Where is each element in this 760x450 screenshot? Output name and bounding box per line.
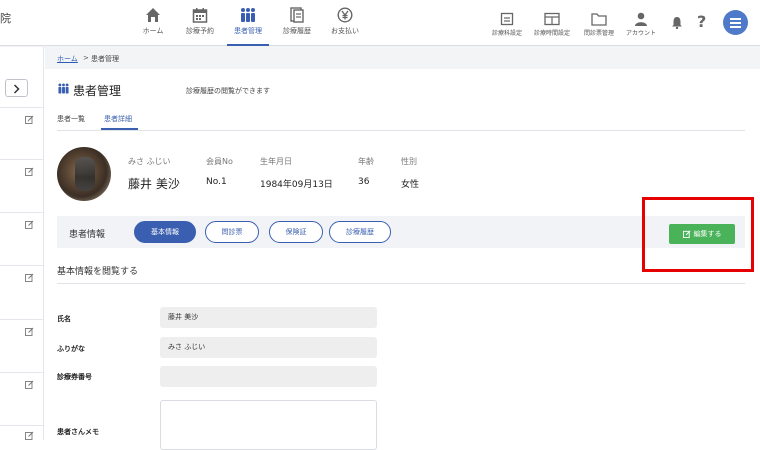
- tab-medical-history[interactable]: 診療履歴: [329, 221, 391, 243]
- list-divider: [0, 372, 44, 373]
- gender-value: 女性: [401, 180, 420, 190]
- field-label-name: 氏名: [57, 315, 71, 323]
- nav-item-appointments[interactable]: 診療予約: [175, 7, 225, 36]
- hamburger-menu-icon[interactable]: [723, 10, 748, 35]
- age-label: 年齢: [358, 157, 374, 166]
- patient-kana: みさ ふじい: [128, 157, 171, 166]
- account-icon: [635, 12, 647, 26]
- chevron-right-icon: [13, 84, 20, 94]
- bell-icon[interactable]: [671, 16, 683, 29]
- patient-info-title: 患者情報: [69, 230, 106, 240]
- section-title: 基本情報を閲覧する: [57, 267, 139, 277]
- field-label-card-number: 診療券番号: [57, 373, 92, 381]
- edit-icon[interactable]: [25, 327, 34, 336]
- home-icon: [146, 8, 160, 22]
- breadcrumb-home-link[interactable]: ホーム: [57, 54, 78, 64]
- nav-item-label: ホーム: [142, 27, 164, 35]
- tab-patient-detail[interactable]: 患者詳細: [104, 114, 132, 124]
- breadcrumb-current: 患者管理: [91, 55, 119, 63]
- edit-icon[interactable]: [25, 273, 34, 282]
- member-no-label: 会員No: [206, 157, 233, 166]
- help-icon[interactable]: ?: [697, 12, 706, 31]
- nav-item-home[interactable]: ホーム: [128, 7, 178, 36]
- card-number-field: [160, 366, 377, 387]
- birthdate-label: 生年月日: [260, 157, 292, 166]
- list-divider: [0, 212, 44, 213]
- edit-icon[interactable]: [25, 431, 34, 440]
- field-label-furigana: ふりがな: [57, 345, 85, 353]
- brand-name: 院: [0, 12, 11, 25]
- util-account[interactable]: アカウント: [616, 12, 666, 37]
- breadcrumb: ホーム > 患者管理: [45, 47, 760, 69]
- highlight-annotation: [642, 197, 754, 272]
- list-divider: [0, 159, 44, 160]
- divider: [57, 130, 745, 131]
- edit-icon[interactable]: [25, 167, 34, 176]
- age-value: 36: [358, 177, 370, 187]
- util-schedule-settings[interactable]: 診療時間設定: [527, 12, 577, 37]
- util-label: 診療時間設定: [533, 30, 570, 37]
- edit-icon[interactable]: [25, 115, 34, 124]
- member-no-value: No.1: [206, 177, 227, 187]
- tab-questionnaire[interactable]: 問診票: [205, 221, 259, 243]
- tab-insurance-card[interactable]: 保険証: [269, 221, 323, 243]
- furigana-field: みさ ふじい: [160, 337, 377, 358]
- nav-item-label: 患者管理: [234, 27, 262, 35]
- department-icon: [500, 12, 514, 26]
- name-field: 藤井 美沙: [160, 307, 377, 328]
- calendar-icon: [192, 8, 208, 23]
- nav-item-history[interactable]: 診療履歴: [272, 7, 322, 36]
- schedule-icon: [544, 12, 560, 26]
- nav-item-label: お支払い: [331, 27, 359, 35]
- page-subtitle: 診療履歴の閲覧ができます: [186, 87, 270, 95]
- list-divider: [0, 319, 44, 320]
- util-department-settings[interactable]: 診療科設定: [482, 12, 532, 37]
- gender-label: 性別: [401, 157, 417, 166]
- people-icon: [241, 8, 255, 22]
- nav-item-patients[interactable]: 患者管理: [223, 7, 273, 46]
- page-title: 患者管理: [73, 84, 122, 98]
- list-divider: [0, 425, 44, 426]
- patient-avatar: [57, 147, 111, 201]
- patient-list-panel: [0, 47, 44, 440]
- nav-item-label: 診療予約: [186, 27, 214, 35]
- list-divider: [0, 107, 44, 108]
- edit-icon[interactable]: [25, 380, 34, 389]
- yen-icon: [337, 7, 353, 23]
- memo-field: [160, 400, 377, 450]
- folder-icon: [591, 13, 607, 26]
- history-icon: [290, 7, 304, 23]
- tab-patient-list[interactable]: 患者一覧: [57, 114, 85, 124]
- patient-name: 藤井 美沙: [128, 177, 180, 191]
- next-page-button[interactable]: [5, 79, 28, 97]
- divider: [57, 283, 745, 284]
- people-icon: [58, 83, 69, 94]
- field-label-memo: 患者さんメモ: [57, 428, 99, 436]
- top-navigation-bar: 院 ホーム 診療予約 患者管理 診療履歴 お支払い 診療科設定 診療時間設定 問…: [0, 0, 760, 46]
- nav-item-label: 診療履歴: [283, 27, 311, 35]
- util-label: アカウント: [625, 30, 656, 37]
- breadcrumb-separator: >: [83, 54, 89, 62]
- tab-basic-info[interactable]: 基本情報: [134, 221, 196, 243]
- edit-icon[interactable]: [25, 220, 34, 229]
- util-label: 診療科設定: [491, 30, 522, 37]
- birthdate-value: 1984年09月13日: [260, 180, 333, 190]
- list-divider: [0, 265, 44, 266]
- nav-item-payments[interactable]: お支払い: [320, 7, 370, 36]
